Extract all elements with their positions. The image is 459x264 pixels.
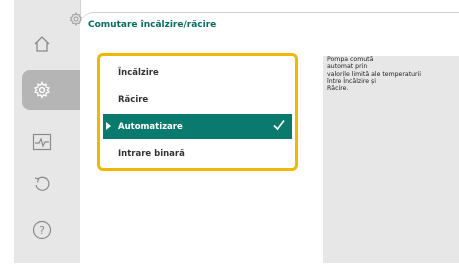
option-automatic[interactable]: Automatizare xyxy=(103,114,292,139)
help-text: Pompa comută automat prin valorile limit… xyxy=(327,56,422,93)
diagnostics-icon xyxy=(32,133,52,151)
nav-home[interactable] xyxy=(22,24,62,64)
option-heating[interactable]: Încălzire xyxy=(103,60,292,85)
option-cooling[interactable]: Răcire xyxy=(103,87,292,112)
back-icon xyxy=(34,176,50,191)
screen: ? Comutare încălzire/răcire Încălzire Ră… xyxy=(0,0,459,264)
option-label: Răcire xyxy=(118,94,149,105)
sidebar-edge xyxy=(0,0,14,263)
option-binary-input[interactable]: Intrare binară xyxy=(103,141,292,166)
nav-settings[interactable] xyxy=(22,70,80,110)
nav-diagnostics[interactable] xyxy=(22,122,62,162)
gear-icon xyxy=(33,81,51,99)
svg-text:?: ? xyxy=(39,224,45,237)
nav-back[interactable] xyxy=(22,164,62,204)
checkmark-icon xyxy=(273,120,285,131)
option-label: Automatizare xyxy=(118,121,183,132)
selection-arrow-icon xyxy=(106,122,111,130)
page-title: Comutare încălzire/răcire xyxy=(88,20,217,30)
help-panel: Pompa comută automat prin valorile limit… xyxy=(323,56,459,263)
home-icon xyxy=(34,36,50,52)
option-label: Intrare binară xyxy=(118,148,185,159)
nav-help[interactable]: ? xyxy=(22,210,62,250)
option-list: Încălzire Răcire Automatizare Intrare bi… xyxy=(97,53,298,171)
sidebar: ? xyxy=(0,0,81,263)
help-icon: ? xyxy=(32,220,52,240)
option-label: Încălzire xyxy=(118,67,159,78)
